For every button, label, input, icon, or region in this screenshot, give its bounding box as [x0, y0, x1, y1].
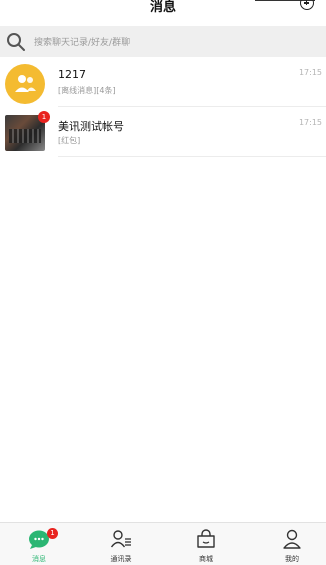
tab-mall[interactable]: 商城 — [176, 523, 236, 565]
divider — [58, 156, 326, 157]
page-title: 消息 — [149, 0, 176, 15]
tab-messages[interactable]: 1 消息 — [9, 523, 69, 565]
search-icon — [7, 33, 25, 51]
search-input[interactable]: 搜索聊天记录/好友/群聊 — [34, 35, 130, 48]
conversation-item[interactable]: 1217 [离线消息][4条] 17:15 — [0, 57, 326, 107]
person-icon — [283, 529, 301, 549]
tab-label: 商城 — [199, 555, 213, 563]
tab-label: 消息 — [32, 555, 46, 563]
conversation-list: 1217 [离线消息][4条] 17:15 1 美讯测试帐号 [红包] 17:1… — [0, 57, 326, 157]
conversation-preview: [红包] — [58, 136, 81, 145]
tab-contacts[interactable]: 通讯录 — [91, 523, 151, 565]
tab-label: 通讯录 — [110, 555, 132, 563]
conversation-preview: [离线消息][4条] — [58, 86, 116, 95]
tab-label: 我的 — [285, 555, 299, 563]
search-bar[interactable]: 搜索聊天记录/好友/群聊 — [0, 26, 326, 57]
conversation-item[interactable]: 1 美讯测试帐号 [红包] 17:15 — [0, 107, 326, 157]
unread-badge: 1 — [38, 111, 50, 123]
conversation-name: 美讯测试帐号 — [58, 120, 124, 133]
conversation-time: 17:15 — [298, 118, 322, 127]
group-avatar-icon — [5, 64, 45, 104]
shopping-bag-icon — [197, 529, 215, 548]
conversation-name: 1217 — [58, 68, 86, 81]
bottom-tab-bar: 1 消息 通讯录 商城 我的 — [0, 522, 326, 565]
tab-badge: 1 — [47, 528, 58, 539]
header-bar: 消息 — [0, 0, 326, 26]
tab-me[interactable]: 我的 — [262, 523, 322, 565]
contacts-icon — [110, 530, 131, 548]
conversation-time: 17:15 — [298, 68, 322, 77]
